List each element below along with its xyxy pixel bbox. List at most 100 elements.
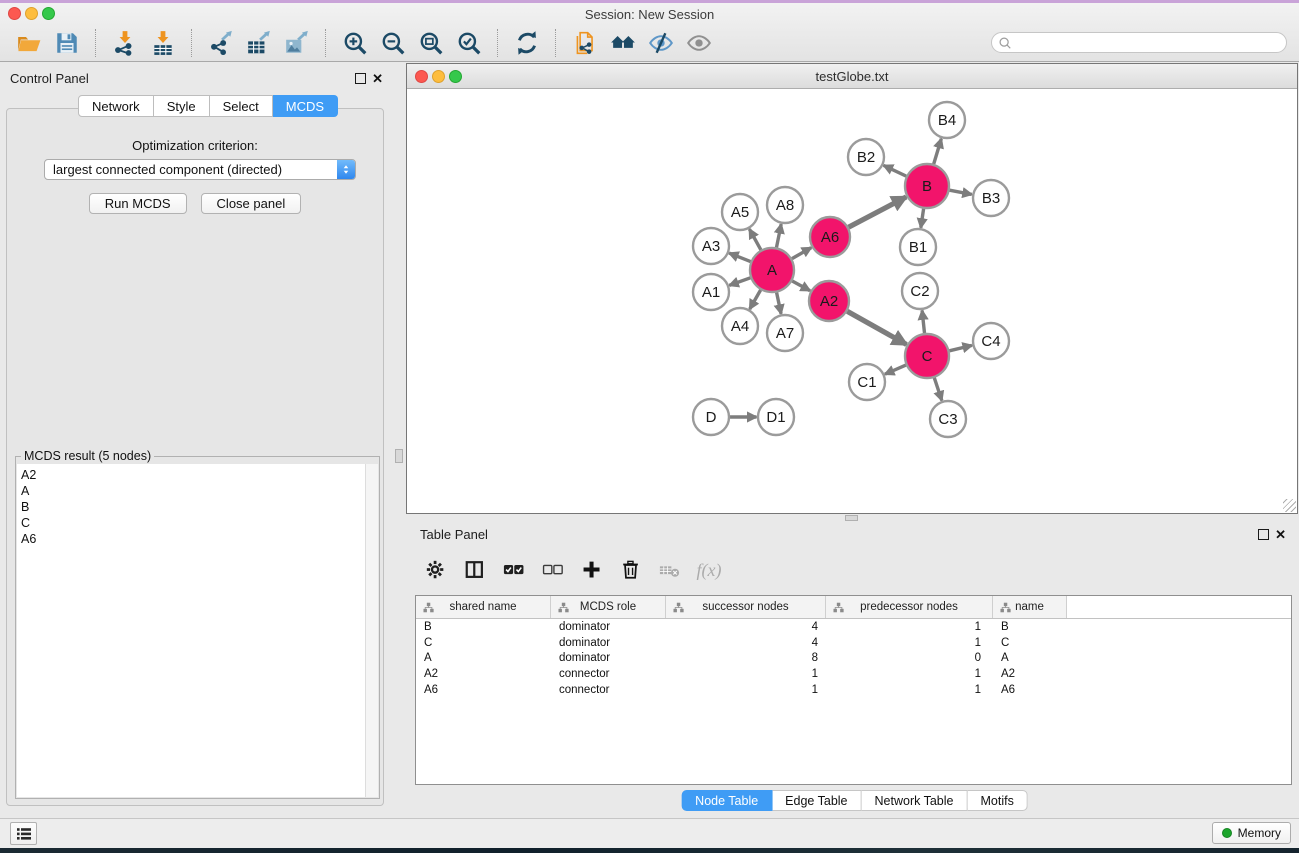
graph-node-B2[interactable]: B2 [848, 139, 884, 175]
tab-network-table[interactable]: Network Table [862, 790, 968, 811]
columns-icon[interactable] [463, 557, 487, 583]
network-canvas[interactable]: AA1A2A3A4A5A6A7A8BB1B2B3B4CC1C2C3C4DD1 [407, 89, 1297, 513]
close-panel-icon[interactable]: ✕ [372, 72, 383, 85]
mcds-result-item[interactable]: A2 [17, 467, 378, 483]
graph-edge-C-C4[interactable] [949, 345, 972, 350]
table-cell[interactable]: A2 [416, 668, 551, 680]
mcds-result-item[interactable]: A [17, 483, 378, 499]
home-icon[interactable] [608, 28, 638, 58]
graph-edge-A-A3[interactable] [729, 253, 751, 262]
graph-node-A6[interactable]: A6 [810, 217, 850, 257]
zoom-selected-icon[interactable] [454, 28, 484, 58]
mcds-result-item[interactable]: A6 [17, 531, 378, 547]
export-network-icon[interactable] [206, 28, 236, 58]
column-header-successor-nodes[interactable]: successor nodes [666, 596, 826, 618]
table-cell[interactable]: A [416, 652, 551, 664]
zoom-fit-icon[interactable] [416, 28, 446, 58]
memory-button[interactable]: Memory [1212, 822, 1291, 844]
deselect-all-icon[interactable] [541, 557, 565, 583]
graph-edge-B-B4[interactable] [934, 139, 942, 164]
table-cell[interactable]: 1 [826, 668, 993, 680]
mcds-result-item[interactable]: B [17, 499, 378, 515]
table-cell[interactable]: 1 [826, 684, 993, 696]
graph-node-C[interactable]: C [905, 334, 949, 378]
graph-node-B3[interactable]: B3 [973, 180, 1009, 216]
search-box[interactable] [991, 32, 1287, 53]
zoom-out-icon[interactable] [378, 28, 408, 58]
search-input[interactable] [1012, 34, 1286, 52]
graph-edge-A-A4[interactable] [750, 290, 761, 309]
graph-node-B[interactable]: B [905, 164, 949, 208]
close-table-panel-icon[interactable]: ✕ [1275, 528, 1286, 541]
table-cell[interactable]: A6 [993, 684, 1067, 696]
table-cell[interactable]: A2 [993, 668, 1067, 680]
import-table-icon[interactable] [148, 28, 178, 58]
vertical-splitter-grip[interactable] [395, 449, 403, 463]
new-network-from-selection-icon[interactable] [570, 28, 600, 58]
task-history-button[interactable] [10, 822, 37, 845]
table-cell[interactable]: B [993, 621, 1067, 633]
graph-edge-A-A5[interactable] [749, 229, 761, 250]
table-cell[interactable]: B [416, 621, 551, 633]
table-cell[interactable]: connector [551, 668, 666, 680]
graph-edge-A-A7[interactable] [777, 293, 782, 314]
table-cell[interactable]: dominator [551, 637, 666, 649]
graph-node-C3[interactable]: C3 [930, 401, 966, 437]
table-row[interactable]: Bdominator41B [416, 619, 1291, 635]
graph-node-A4[interactable]: A4 [722, 308, 758, 344]
table-settings-icon[interactable] [424, 557, 448, 583]
table-cell[interactable]: A [993, 652, 1067, 664]
tab-style[interactable]: Style [154, 95, 210, 117]
graph-edge-B-B2[interactable] [884, 165, 907, 176]
table-cell[interactable]: C [993, 637, 1067, 649]
graph-edge-B-B1[interactable] [921, 209, 924, 228]
show-selected-icon[interactable] [684, 28, 714, 58]
graph-node-D1[interactable]: D1 [758, 399, 794, 435]
graph-node-D[interactable]: D [693, 399, 729, 435]
graph-node-C4[interactable]: C4 [973, 323, 1009, 359]
tab-edge-table[interactable]: Edge Table [772, 790, 861, 811]
table-cell[interactable]: 0 [826, 652, 993, 664]
graph-node-A1[interactable]: A1 [693, 274, 729, 310]
graph-edge-A2-C[interactable] [847, 311, 906, 344]
select-all-icon[interactable] [502, 557, 526, 583]
graph-node-A[interactable]: A [750, 248, 794, 292]
column-header-mcds-role[interactable]: MCDS role [551, 596, 666, 618]
export-table-icon[interactable] [244, 28, 274, 58]
graph-edge-C-C1[interactable] [885, 365, 906, 374]
tab-select[interactable]: Select [210, 95, 273, 117]
column-header-shared-name[interactable]: shared name [416, 596, 551, 618]
tab-network[interactable]: Network [78, 95, 154, 117]
graph-node-A7[interactable]: A7 [767, 315, 803, 351]
table-cell[interactable]: 1 [826, 621, 993, 633]
tab-node-table[interactable]: Node Table [681, 790, 772, 811]
table-cell[interactable]: 1 [666, 668, 826, 680]
open-folder-icon[interactable] [14, 28, 44, 58]
graph-node-A8[interactable]: A8 [767, 187, 803, 223]
list-scrollbar[interactable] [365, 464, 378, 797]
network-window-titlebar[interactable]: testGlobe.txt [407, 64, 1297, 89]
table-cell[interactable]: 1 [826, 637, 993, 649]
export-image-icon[interactable] [282, 28, 312, 58]
graph-edge-A6-B[interactable] [849, 197, 907, 227]
table-cell[interactable]: dominator [551, 652, 666, 664]
graph-node-A3[interactable]: A3 [693, 228, 729, 264]
table-row[interactable]: A6connector11A6 [416, 682, 1291, 698]
graph-edge-A-A1[interactable] [729, 278, 750, 286]
mcds-result-item[interactable]: C [17, 515, 378, 531]
delete-row-icon[interactable] [619, 557, 643, 583]
table-cell[interactable]: A6 [416, 684, 551, 696]
float-table-panel-icon[interactable] [1258, 529, 1269, 540]
hide-selected-icon[interactable] [646, 28, 676, 58]
graph-edge-A-A8[interactable] [777, 224, 782, 247]
table-cell[interactable]: 1 [666, 684, 826, 696]
criterion-dropdown[interactable]: largest connected component (directed) [44, 159, 356, 180]
graph-node-A2[interactable]: A2 [809, 281, 849, 321]
table-row[interactable]: Cdominator41C [416, 635, 1291, 651]
table-cell[interactable]: C [416, 637, 551, 649]
window-resize-grip[interactable] [1283, 499, 1296, 512]
graph-node-B1[interactable]: B1 [900, 229, 936, 265]
graph-edge-C-C2[interactable] [922, 310, 924, 333]
tab-motifs[interactable]: Motifs [967, 790, 1027, 811]
import-network-icon[interactable] [110, 28, 140, 58]
